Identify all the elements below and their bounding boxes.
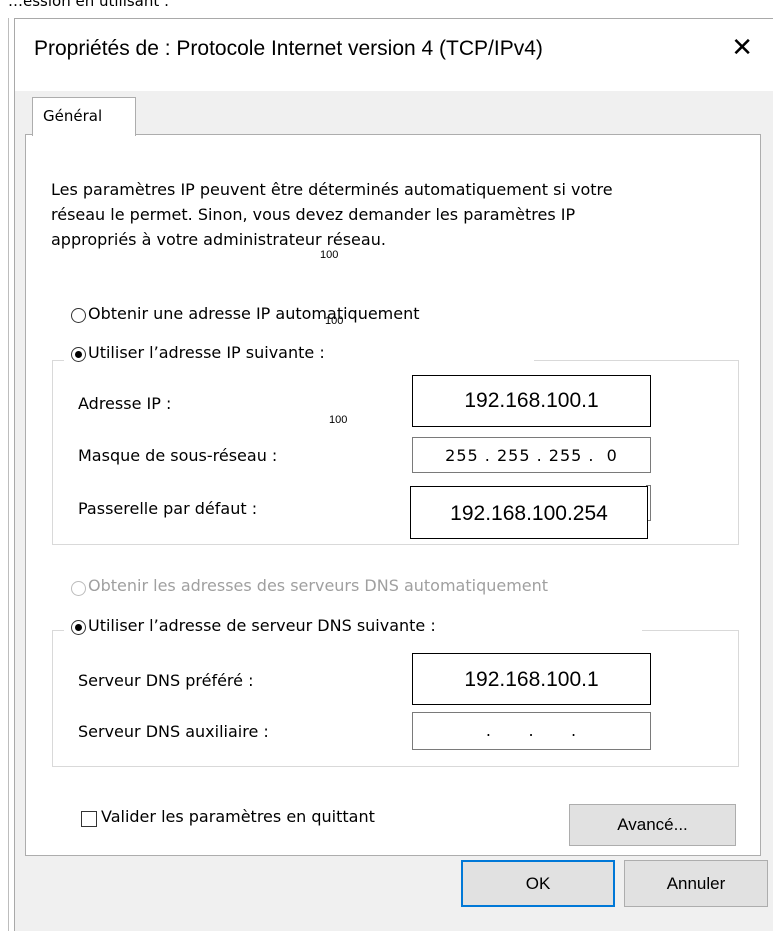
ok-button[interactable]: OK bbox=[461, 860, 615, 907]
alternate-dns-field[interactable]: . . . bbox=[412, 712, 651, 750]
tab-general[interactable]: Général bbox=[32, 97, 136, 136]
subnet-mask-value: 255 . 255 . 255 . 0 bbox=[445, 446, 618, 465]
preferred-dns-field[interactable]: 192.168.100.1 bbox=[412, 653, 651, 705]
subnet-mask-field[interactable]: 255 . 255 . 255 . 0 bbox=[412, 437, 651, 473]
annotation-100-c: 100 bbox=[329, 414, 348, 426]
preferred-dns-value: 192.168.100.1 bbox=[464, 668, 599, 691]
dns-manual-label[interactable]: Utiliser l’adresse de serveur DNS suivan… bbox=[88, 616, 436, 635]
background-window-text: …ession en utilisant : bbox=[8, 0, 170, 10]
ip-manual-label[interactable]: Utiliser l’adresse IP suivante : bbox=[88, 343, 325, 362]
dns-auto-radio[interactable] bbox=[71, 581, 86, 596]
ip-manual-radio[interactable] bbox=[71, 347, 86, 362]
ip-auto-label[interactable]: Obtenir une adresse IP automatiquement bbox=[88, 304, 420, 323]
validate-on-exit-checkbox[interactable] bbox=[81, 811, 97, 827]
alternate-dns-value: . . . bbox=[485, 721, 578, 740]
subnet-mask-label: Masque de sous-réseau : bbox=[78, 446, 278, 465]
ipv4-properties-dialog: Propriétés de : Protocole Internet versi… bbox=[14, 18, 773, 931]
gateway-value: 192.168.100.254 bbox=[450, 502, 608, 525]
tab-general-label: Général bbox=[43, 107, 103, 125]
annotation-100-a: 100 bbox=[320, 249, 339, 261]
ip-address-label: Adresse IP : bbox=[78, 394, 172, 413]
cancel-button[interactable]: Annuler bbox=[624, 860, 768, 907]
gateway-label: Passerelle par défaut : bbox=[78, 499, 258, 518]
dialog-title: Propriétés de : Protocole Internet versi… bbox=[34, 37, 543, 60]
title-bar: Propriétés de : Protocole Internet versi… bbox=[15, 19, 773, 91]
ip-auto-radio[interactable] bbox=[71, 308, 86, 323]
dns-manual-radio[interactable] bbox=[71, 620, 86, 635]
ip-address-field[interactable]: 192.168.100.1 bbox=[412, 375, 651, 427]
description-line-2: réseau le permet. Sinon, vous devez dema… bbox=[51, 205, 576, 224]
close-icon[interactable]: ✕ bbox=[731, 33, 753, 63]
alternate-dns-label: Serveur DNS auxiliaire : bbox=[78, 722, 269, 741]
description-line-1: Les paramètres IP peuvent être déterminé… bbox=[51, 180, 613, 199]
preferred-dns-label: Serveur DNS préféré : bbox=[78, 671, 254, 690]
annotation-100-b: 100 bbox=[325, 315, 344, 327]
gateway-field[interactable]: 192.168.100.254 bbox=[410, 486, 648, 539]
dns-auto-label[interactable]: Obtenir les adresses des serveurs DNS au… bbox=[88, 576, 548, 595]
ip-address-value: 192.168.100.1 bbox=[464, 389, 599, 412]
description-line-3: appropriés à votre administrateur réseau… bbox=[51, 230, 386, 249]
advanced-button[interactable]: Avancé... bbox=[569, 804, 736, 846]
background-window-edge bbox=[8, 18, 9, 931]
general-panel: Les paramètres IP peuvent être déterminé… bbox=[25, 134, 761, 856]
validate-on-exit-label[interactable]: Valider les paramètres en quittant bbox=[101, 807, 375, 826]
